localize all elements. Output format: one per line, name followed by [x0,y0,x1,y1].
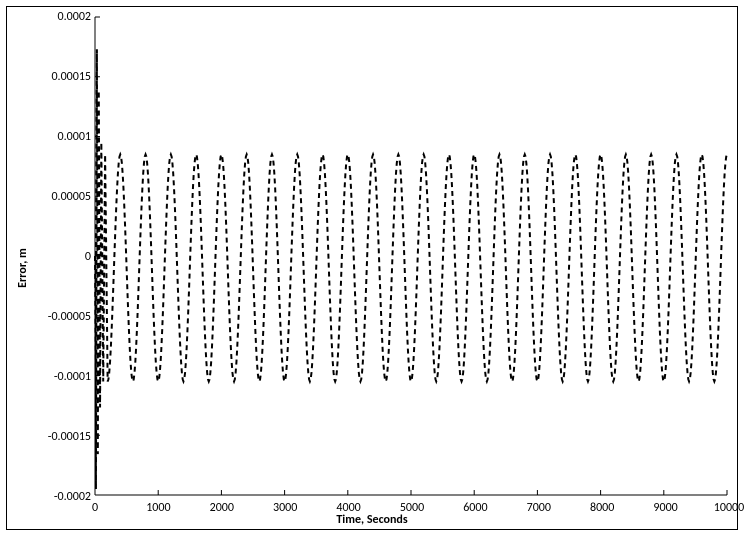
y-tick-label: -0.00005 [31,310,91,324]
y-tick-label: 0.0001 [31,130,91,144]
y-tick-label: 0.00015 [31,70,91,84]
x-tick-label: 10000 [709,501,744,515]
x-tick-label: 1000 [138,501,178,515]
x-tick-label: 2000 [202,501,242,515]
x-tick-label: 5000 [392,501,432,515]
x-tick-label: 3000 [265,501,305,515]
y-axis-label: Error, m [16,248,30,288]
y-tick-label: 0.0002 [31,10,91,24]
x-tick-label: 4000 [329,501,369,515]
y-tick-label: 0 [31,250,91,264]
chart-frame: Error, m Time, Seconds -0.0002-0.00015-0… [6,6,738,530]
x-tick-label: 0 [75,501,115,515]
x-tick-label: 6000 [455,501,495,515]
x-tick-label: 7000 [519,501,559,515]
x-tick-label: 8000 [582,501,622,515]
y-tick-label: -0.0001 [31,370,91,384]
error-series [95,49,727,489]
plot-area: -0.0002-0.00015-0.0001-0.0000500.000050.… [95,17,727,495]
y-tick-label: 0.00005 [31,190,91,204]
chart-svg [95,17,727,495]
x-tick-label: 9000 [646,501,686,515]
y-tick-label: -0.00015 [31,430,91,444]
x-axis-label: Time, Seconds [336,513,407,527]
